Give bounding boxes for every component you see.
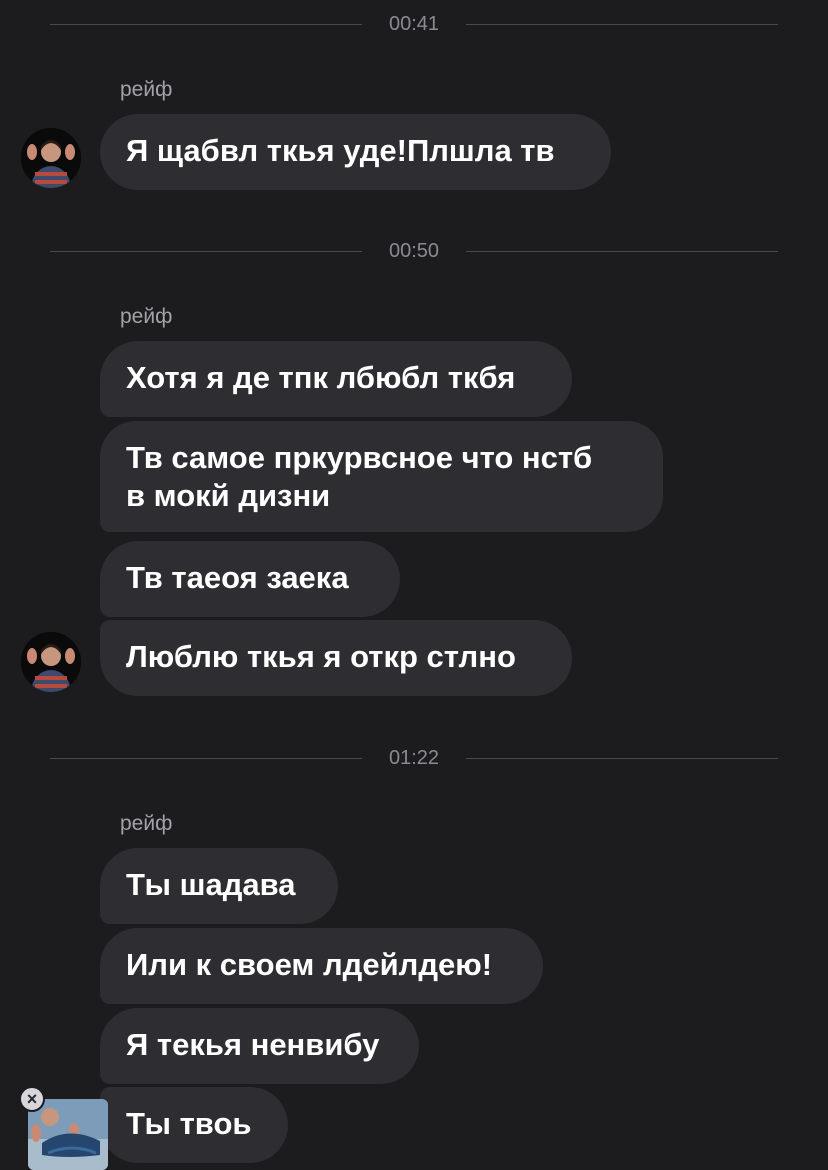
divider-line [466, 251, 778, 252]
time-divider: 00:41 [50, 14, 778, 34]
sender-name: рейф [120, 78, 173, 101]
message-bubble[interactable]: Тв таеоя заека [100, 541, 400, 617]
time-divider: 01:22 [50, 748, 778, 768]
timestamp: 00:41 [388, 13, 440, 35]
divider-line [466, 24, 778, 25]
avatar-photo-icon [21, 128, 81, 188]
divider-line [50, 251, 362, 252]
message-line: в мокй дизни [126, 478, 331, 513]
message-bubble[interactable]: Тв самое пркурвсное что нстб в мокй дизн… [100, 421, 663, 532]
message-line: Тв самое пркурвсное что нстб [126, 440, 593, 475]
timestamp: 01:22 [388, 747, 440, 769]
message-bubble[interactable]: Люблю ткья я откр стлно [100, 620, 572, 696]
divider-line [466, 758, 778, 759]
attachment-photo-icon [28, 1099, 108, 1170]
divider-line [50, 758, 362, 759]
message-bubble[interactable]: Ты твоь [100, 1087, 288, 1163]
timestamp: 00:50 [388, 240, 440, 262]
close-icon[interactable]: × [19, 1086, 45, 1112]
sender-name: рейф [120, 812, 173, 835]
message-bubble[interactable]: Ты шадава [100, 848, 338, 924]
time-divider: 00:50 [50, 241, 778, 261]
sender-name: рейф [120, 305, 173, 328]
user-avatar[interactable] [21, 128, 81, 188]
message-bubble[interactable]: Я текья ненвибу [100, 1008, 419, 1084]
user-avatar[interactable] [21, 632, 81, 692]
attachment-thumbnail[interactable] [28, 1099, 108, 1170]
message-bubble[interactable]: Хотя я де тпк лбюбл ткбя [100, 341, 572, 417]
message-bubble[interactable]: Или к своем лдейлдею! [100, 928, 543, 1004]
message-bubble[interactable]: Я щабвл ткья уде!Плшла тв [100, 114, 611, 190]
avatar-photo-icon [21, 632, 81, 692]
divider-line [50, 24, 362, 25]
